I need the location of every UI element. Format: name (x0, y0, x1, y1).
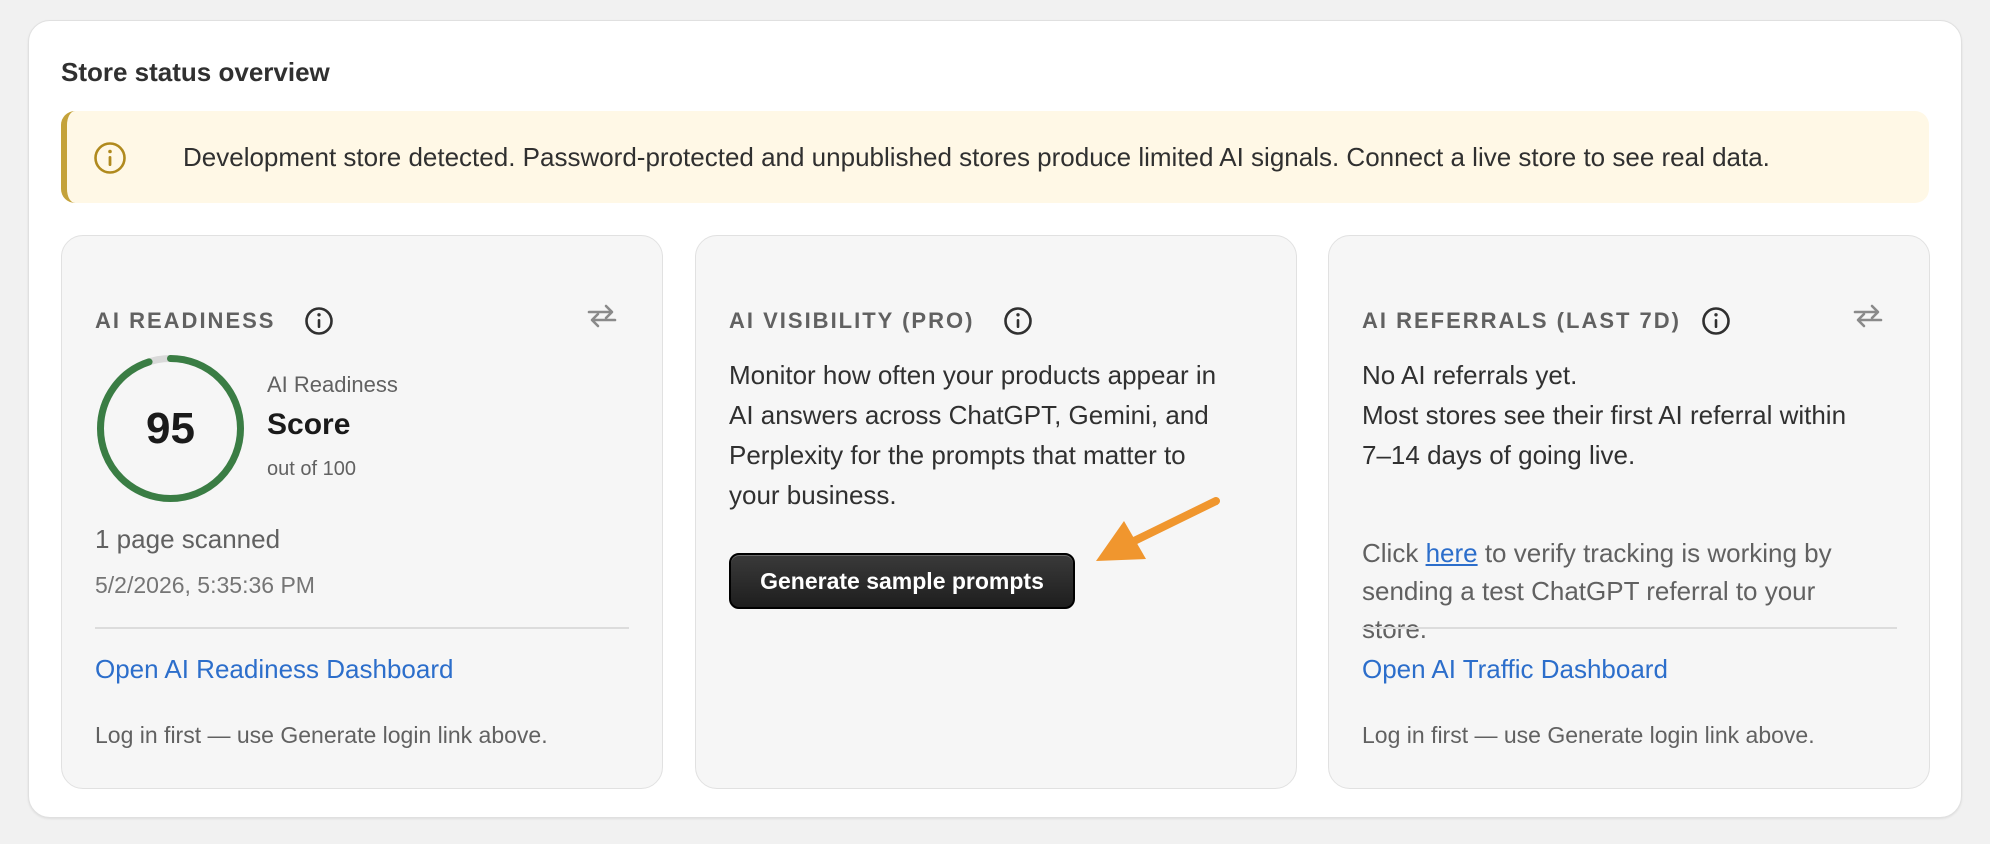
pages-scanned: 1 page scanned (95, 524, 281, 554)
status-line: 7–14 days of going live. (1362, 440, 1636, 470)
card-label: AI READINESS (95, 308, 276, 333)
description-line: AI answers across ChatGPT, Gemini, and (729, 400, 1209, 430)
status-line: No AI referrals yet. (1362, 360, 1578, 390)
verify-tracking-link[interactable]: here (1426, 538, 1478, 568)
card-label: AI VISIBILITY (PRO) (729, 308, 975, 333)
banner-message: Development store detected. Password-pro… (183, 141, 1770, 172)
open-traffic-dashboard-link[interactable]: Open AI Traffic Dashboard (1362, 654, 1668, 685)
verify-prefix: Click (1362, 538, 1426, 568)
generate-sample-prompts-button[interactable]: Generate sample prompts (729, 553, 1075, 609)
info-icon[interactable] (1002, 305, 1034, 337)
card-label: AI REFERRALS (LAST 7D) (1362, 308, 1681, 333)
status-line: Most stores see their first AI referral … (1362, 400, 1847, 430)
annotation-arrow-icon (1096, 497, 1220, 561)
score-max: out of 100 (267, 458, 356, 480)
divider (95, 627, 629, 629)
refresh-icon[interactable] (1850, 298, 1886, 334)
score-value: 95 (146, 403, 195, 453)
score-title: Score (267, 408, 351, 441)
open-readiness-dashboard-link[interactable]: Open AI Readiness Dashboard (95, 654, 453, 685)
referrals-status: No AI referrals yet. Most stores see the… (1362, 355, 1846, 475)
ai-readiness-card: AI READINESS 95 AI Readiness Score out o… (61, 235, 663, 789)
refresh-icon[interactable] (584, 298, 620, 334)
scan-timestamp: 5/2/2026, 5:35:36 PM (95, 572, 315, 598)
info-icon[interactable] (1700, 305, 1732, 337)
info-icon[interactable] (303, 305, 335, 337)
login-note: Log in first — use Generate login link a… (1362, 722, 1815, 748)
verify-tracking-text: Click here to verify tracking is working… (1362, 534, 1872, 648)
dev-store-warning-banner: Development store detected. Password-pro… (61, 111, 1929, 203)
store-status-card: Store status overview Development store … (28, 20, 1962, 818)
login-note: Log in first — use Generate login link a… (95, 722, 548, 748)
ai-referrals-card: AI REFERRALS (LAST 7D) No AI referrals y… (1328, 235, 1930, 789)
visibility-description: Monitor how often your products appear i… (729, 355, 1216, 515)
section-title: Store status overview (61, 57, 330, 87)
info-circle-icon (94, 142, 126, 174)
description-line: Monitor how often your products appear i… (729, 360, 1217, 390)
score-label: AI Readiness (267, 372, 398, 397)
description-line: Perplexity for the prompts that matter t… (729, 440, 1186, 470)
divider (1362, 627, 1897, 629)
